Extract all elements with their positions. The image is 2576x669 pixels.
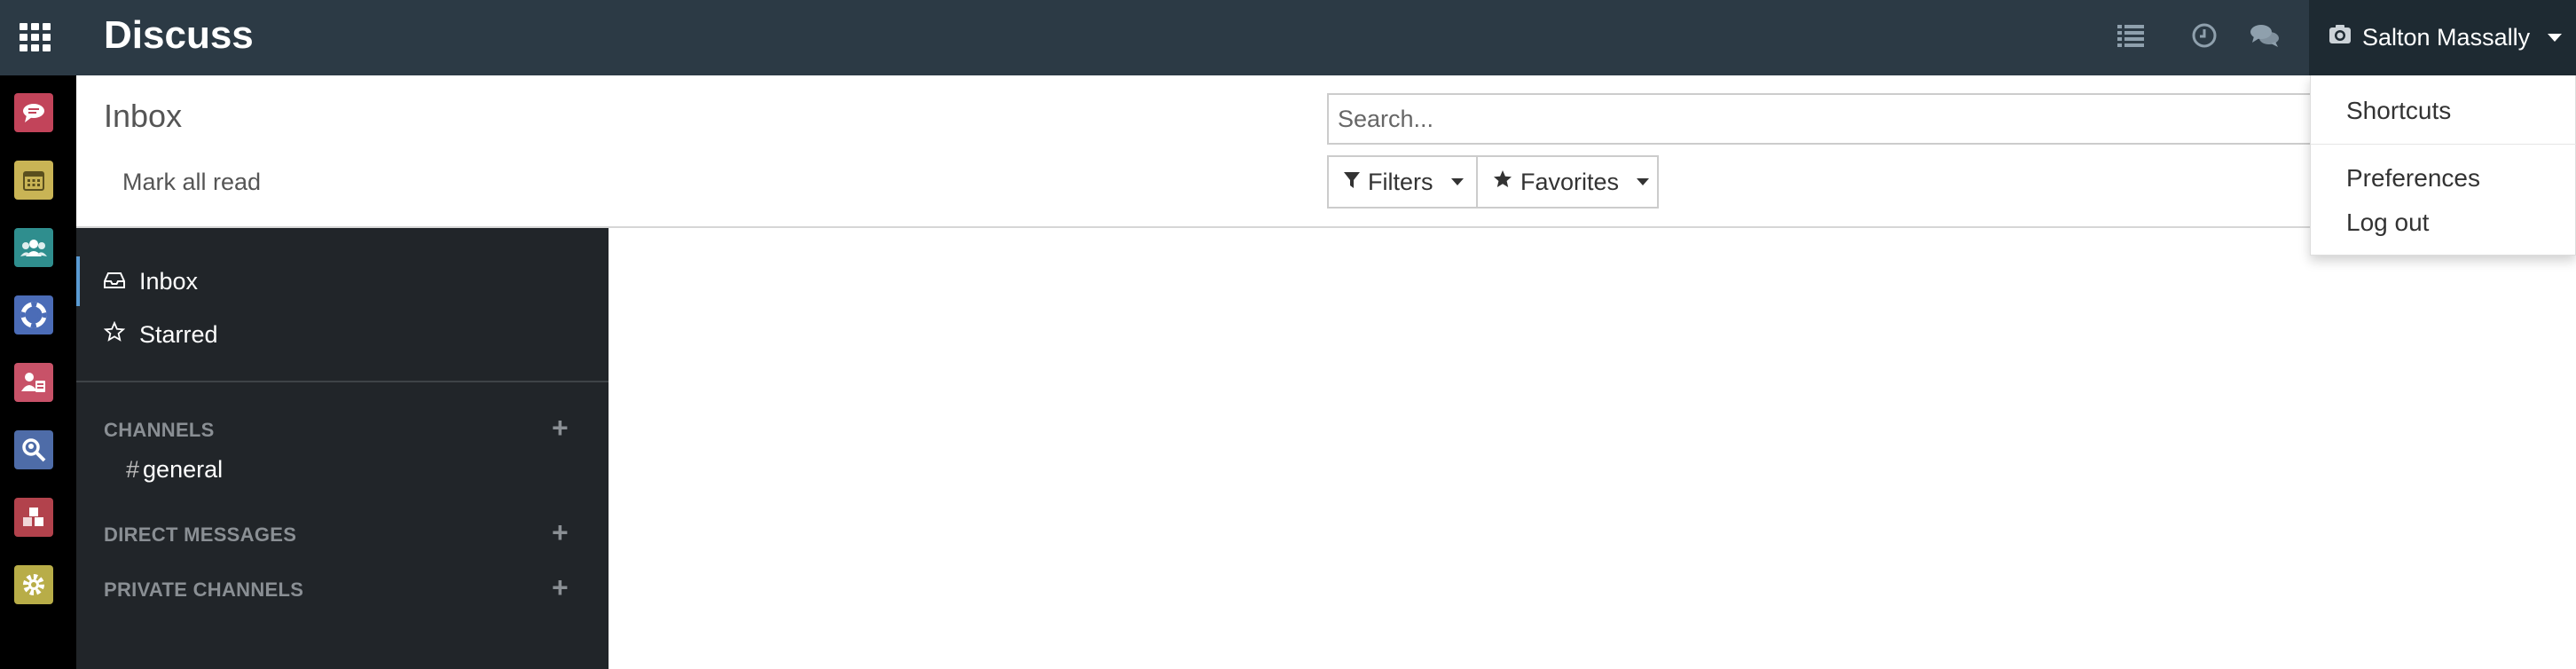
contacts-app-icon[interactable] [14, 228, 53, 267]
channels-section-title[interactable]: CHANNELS [104, 419, 215, 442]
app-launcher-sidebar [0, 75, 76, 669]
chevron-down-icon [2548, 34, 2563, 42]
clock-icon[interactable] [2188, 20, 2220, 51]
chevron-down-icon [1637, 178, 1650, 185]
star-icon [1492, 169, 1513, 196]
settings-app-icon[interactable] [14, 565, 53, 604]
menu-divider [2311, 144, 2576, 145]
employees-app-icon[interactable] [14, 363, 53, 402]
hash-icon: # [126, 456, 140, 483]
discuss-sidebar: Inbox Starred CHANNELS + # general DIRECT… [76, 228, 609, 669]
app-title: Discuss [104, 13, 254, 57]
filter-icon [1343, 169, 1361, 196]
activity-list-icon[interactable] [2115, 20, 2147, 51]
user-menu-toggle[interactable]: Salton Massally [2309, 0, 2576, 75]
user-name: Salton Massally [2362, 24, 2531, 51]
apps-menu-icon[interactable] [20, 23, 51, 51]
page-title: Inbox [104, 98, 183, 134]
search-input[interactable] [1327, 93, 2329, 145]
sidebar-item-label: Starred [139, 321, 218, 348]
control-panel: Inbox Mark all read Filters Favorites [76, 75, 2576, 228]
top-navbar: Discuss Salton Massally [0, 0, 2576, 75]
sidebar-item-label: Inbox [139, 268, 199, 295]
mark-all-read-button[interactable]: Mark all read [122, 169, 261, 196]
menu-item-preferences[interactable]: Preferences [2346, 164, 2480, 193]
filters-label: Filters [1368, 168, 1433, 195]
favorites-label: Favorites [1520, 168, 1620, 195]
user-avatar-icon [2329, 24, 2352, 51]
sidebar-item-starred[interactable]: Starred [103, 320, 218, 349]
favorites-button[interactable]: Favorites [1476, 155, 1659, 209]
chevron-down-icon [1450, 178, 1464, 185]
star-icon [103, 320, 126, 349]
calendar-app-icon[interactable] [14, 161, 53, 200]
channel-label: general [143, 456, 224, 483]
chat-messages-icon[interactable] [2249, 20, 2281, 51]
add-direct-message-icon[interactable]: + [552, 518, 569, 547]
discuss-app-icon[interactable] [14, 93, 53, 132]
apps-app-icon[interactable] [14, 498, 53, 537]
channel-item-general[interactable]: # general [126, 456, 223, 484]
user-dropdown-menu: Shortcuts Preferences Log out [2310, 75, 2576, 256]
direct-messages-section-title[interactable]: DIRECT MESSAGES [104, 523, 296, 547]
helpdesk-app-icon[interactable] [14, 295, 53, 334]
sidebar-divider [76, 381, 609, 382]
active-mailbox-indicator [76, 256, 80, 306]
menu-item-shortcuts[interactable]: Shortcuts [2346, 97, 2451, 125]
add-private-channel-icon[interactable]: + [552, 573, 569, 602]
sidebar-item-inbox[interactable]: Inbox [104, 268, 198, 295]
add-channel-icon[interactable]: + [552, 413, 569, 442]
private-channels-section-title[interactable]: PRIVATE CHANNELS [104, 578, 303, 602]
search-app-icon[interactable] [14, 430, 53, 469]
menu-item-logout[interactable]: Log out [2346, 209, 2429, 237]
inbox-icon [104, 268, 125, 295]
filters-button[interactable]: Filters [1327, 155, 1478, 209]
